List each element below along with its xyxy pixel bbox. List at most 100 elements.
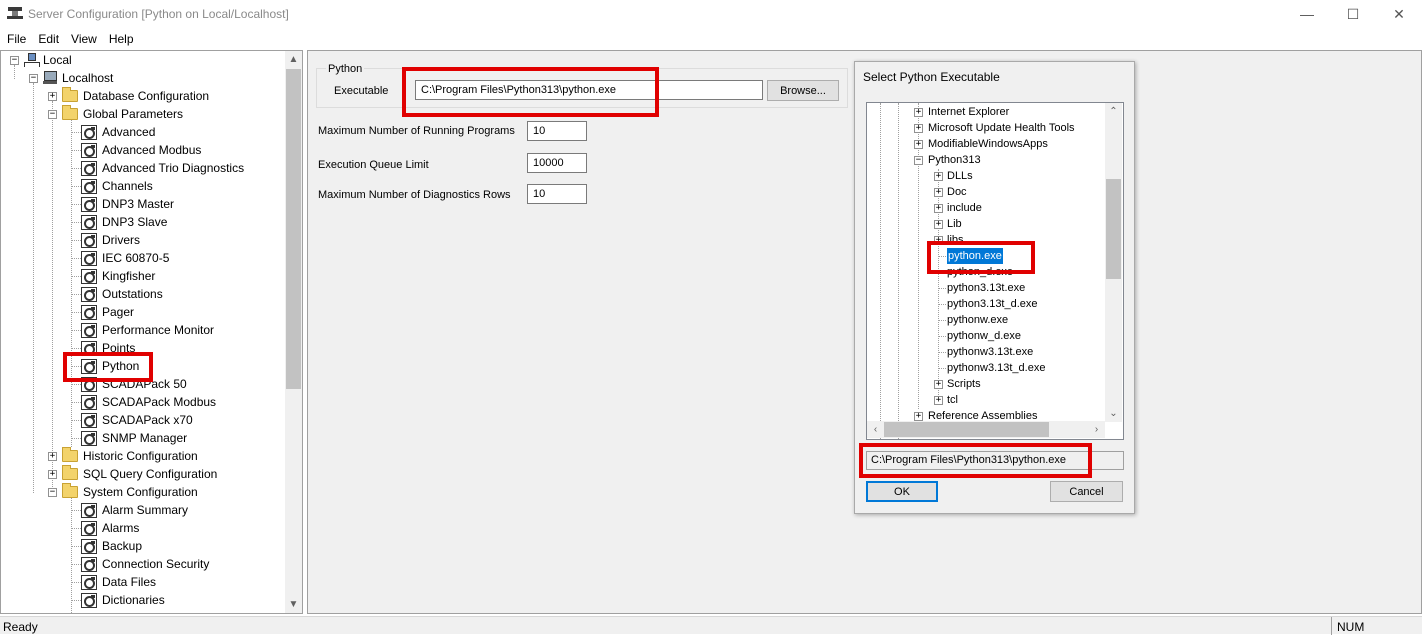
folder-internet-explorer[interactable]: Internet Explorer xyxy=(928,104,1009,120)
folder-modifiablewindowsapps[interactable]: ModifiableWindowsApps xyxy=(928,136,1048,152)
expand-icon[interactable]: + xyxy=(934,380,943,389)
scroll-left-icon[interactable]: ‹ xyxy=(867,421,884,438)
tree-item-kingfisher[interactable]: Kingfisher xyxy=(81,267,157,285)
collapse-icon[interactable]: − xyxy=(48,488,57,497)
scroll-right-icon[interactable]: › xyxy=(1088,421,1105,438)
file-pythonw-d-exe[interactable]: pythonw_d.exe xyxy=(947,328,1021,344)
tree-item-scadapack-50[interactable]: SCADAPack 50 xyxy=(81,375,189,393)
scroll-thumb[interactable] xyxy=(286,69,301,389)
cancel-button[interactable]: Cancel xyxy=(1050,481,1123,502)
dialog-horizontal-scrollbar[interactable]: ‹ › xyxy=(867,421,1105,438)
expand-icon[interactable]: + xyxy=(934,220,943,229)
tree-item-global-parameters[interactable]: Global Parameters xyxy=(62,105,185,123)
folder-doc[interactable]: Doc xyxy=(947,184,967,200)
expand-icon[interactable]: + xyxy=(48,452,57,461)
tree-item-pager[interactable]: Pager xyxy=(81,303,136,321)
max-programs-field[interactable]: 10 xyxy=(527,121,587,141)
tree-item-dnp3-slave[interactable]: DNP3 Slave xyxy=(81,213,169,231)
dialog-vertical-scrollbar[interactable]: ⌃ ⌄ xyxy=(1105,103,1122,422)
browse-button[interactable]: Browse... xyxy=(767,80,839,101)
tree-item-data-files[interactable]: Data Files xyxy=(81,573,158,591)
scroll-down-icon[interactable]: ▼ xyxy=(285,596,302,613)
scroll-up-icon[interactable]: ⌃ xyxy=(1105,103,1122,120)
folder-microsoft-update-health-tools[interactable]: Microsoft Update Health Tools xyxy=(928,120,1075,136)
expand-icon[interactable]: + xyxy=(914,108,923,117)
file-pythonw313t-exe[interactable]: pythonw3.13t.exe xyxy=(947,344,1033,360)
file-pythonw313t-d-exe[interactable]: pythonw3.13t_d.exe xyxy=(947,360,1045,376)
file-python313t-d-exe[interactable]: python3.13t_d.exe xyxy=(947,296,1038,312)
tree-item-system-configuration[interactable]: System Configuration xyxy=(62,483,200,501)
menu-edit[interactable]: Edit xyxy=(32,29,65,49)
tree-item-backup[interactable]: Backup xyxy=(81,537,144,555)
expand-icon[interactable]: + xyxy=(934,188,943,197)
expand-icon[interactable]: + xyxy=(48,92,57,101)
tree-item-advanced-trio-diagnostics[interactable]: Advanced Trio Diagnostics xyxy=(81,159,246,177)
collapse-icon[interactable]: − xyxy=(10,56,19,65)
tree-item-drivers[interactable]: Drivers xyxy=(81,231,142,249)
expand-icon[interactable]: + xyxy=(914,124,923,133)
scroll-up-icon[interactable]: ▲ xyxy=(285,51,302,68)
tree-item-advanced-modbus[interactable]: Advanced Modbus xyxy=(81,141,203,159)
folder-tree[interactable]: + Internet Explorer + Microsoft Update H… xyxy=(866,102,1124,440)
file-pythonw-exe[interactable]: pythonw.exe xyxy=(947,312,1008,328)
tree-item-connection-security[interactable]: Connection Security xyxy=(81,555,211,573)
tree-scrollbar[interactable]: ▲ ▼ xyxy=(285,51,302,613)
scroll-thumb[interactable] xyxy=(884,422,1049,437)
ok-button[interactable]: OK xyxy=(866,481,938,502)
folder-tcl[interactable]: tcl xyxy=(947,392,958,408)
close-button[interactable]: ✕ xyxy=(1376,0,1422,28)
tree-item-iec-60870-5[interactable]: IEC 60870-5 xyxy=(81,249,171,267)
scroll-down-icon[interactable]: ⌄ xyxy=(1105,405,1122,422)
tree-item-database-configuration[interactable]: Database Configuration xyxy=(62,87,211,105)
tree-item-dictionaries[interactable]: Dictionaries xyxy=(81,591,167,609)
expand-icon[interactable]: + xyxy=(48,470,57,479)
expand-icon[interactable]: + xyxy=(914,412,923,421)
collapse-icon[interactable]: − xyxy=(29,74,38,83)
folder-dlls[interactable]: DLLs xyxy=(947,168,973,184)
collapse-icon[interactable]: − xyxy=(48,110,57,119)
tree-item-sql-query-configuration[interactable]: SQL Query Configuration xyxy=(62,465,219,483)
executable-field[interactable]: C:\Program Files\Python313\python.exe xyxy=(415,80,763,100)
tree-item-localhost[interactable]: Localhost xyxy=(43,69,115,87)
folder-lib[interactable]: Lib xyxy=(947,216,962,232)
folder-scripts[interactable]: Scripts xyxy=(947,376,981,392)
menu-file[interactable]: File xyxy=(0,29,32,49)
folder-libs[interactable]: libs xyxy=(947,232,964,248)
folder-include[interactable]: include xyxy=(947,200,982,216)
file-python-exe[interactable]: python.exe xyxy=(947,248,1003,264)
expand-icon[interactable]: + xyxy=(934,396,943,405)
app-icon xyxy=(7,7,23,19)
tree-item-historic-configuration[interactable]: Historic Configuration xyxy=(62,447,200,465)
tree-item-alarm-summary[interactable]: Alarm Summary xyxy=(81,501,190,519)
menu-help[interactable]: Help xyxy=(103,29,140,49)
file-python313t-exe[interactable]: python3.13t.exe xyxy=(947,280,1025,296)
file-python-d-exe[interactable]: python_d.exe xyxy=(947,264,1013,280)
tree-item-scadapack-x70[interactable]: SCADAPack x70 xyxy=(81,411,195,429)
tree-item-alarms[interactable]: Alarms xyxy=(81,519,141,537)
expand-icon[interactable]: + xyxy=(934,204,943,213)
tree-item-points[interactable]: Points xyxy=(81,339,137,357)
expand-icon[interactable]: + xyxy=(934,236,943,245)
settings-icon xyxy=(81,268,97,284)
scroll-thumb[interactable] xyxy=(1106,179,1121,279)
tree-item-advanced[interactable]: Advanced xyxy=(81,123,157,141)
minimize-button[interactable]: — xyxy=(1284,0,1330,28)
expand-icon[interactable]: + xyxy=(914,140,923,149)
tree-item-snmp-manager[interactable]: SNMP Manager xyxy=(81,429,189,447)
tree-item-outstations[interactable]: Outstations xyxy=(81,285,165,303)
tree-item-channels[interactable]: Channels xyxy=(81,177,155,195)
settings-icon xyxy=(81,502,97,518)
queue-limit-field[interactable]: 10000 xyxy=(527,153,587,173)
diag-rows-field[interactable]: 10 xyxy=(527,184,587,204)
tree-item-python[interactable]: Python xyxy=(81,357,141,375)
tree-item-scadapack-modbus[interactable]: SCADAPack Modbus xyxy=(81,393,218,411)
collapse-icon[interactable]: − xyxy=(914,156,923,165)
expand-icon[interactable]: + xyxy=(934,172,943,181)
tree-item-local[interactable]: Local xyxy=(24,51,74,69)
tree-item-performance-monitor[interactable]: Performance Monitor xyxy=(81,321,216,339)
menu-view[interactable]: View xyxy=(65,29,103,49)
folder-python313[interactable]: Python313 xyxy=(928,152,981,168)
server-tree[interactable]: − Local − Localhost + Database Configura… xyxy=(0,50,303,614)
tree-item-dnp3-master[interactable]: DNP3 Master xyxy=(81,195,176,213)
maximize-button[interactable]: ☐ xyxy=(1330,0,1376,28)
